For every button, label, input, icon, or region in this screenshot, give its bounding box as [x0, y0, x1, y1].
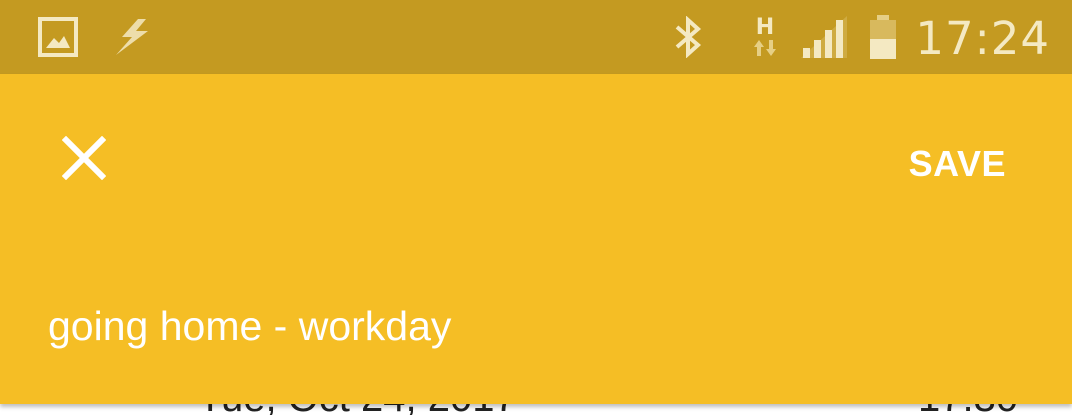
status-time: 17:24 [915, 12, 1050, 65]
save-button[interactable]: SAVE [887, 132, 1028, 196]
mobile-data-icon: H [748, 0, 782, 74]
battery-icon [864, 0, 902, 74]
signal-icon [798, 0, 850, 74]
close-button[interactable] [44, 118, 124, 198]
gallery-notification-icon [36, 0, 80, 74]
app-bar: SAVE going home - workday [0, 74, 1072, 404]
bluetooth-icon [668, 0, 708, 74]
close-icon [62, 136, 106, 180]
network-type-label: H [755, 15, 775, 40]
time-text[interactable]: 17:30 [918, 404, 1018, 415]
screen: H 17:24 SAVE going home - workday [0, 0, 1072, 415]
content-area: Tue, Oct 24, 2017 17:30 [0, 404, 1072, 415]
status-bar: H 17:24 [0, 0, 1072, 74]
title-input[interactable]: going home - workday [48, 296, 1008, 356]
date-text[interactable]: Tue, Oct 24, 2017 [198, 404, 517, 415]
flash-notification-icon [106, 0, 154, 74]
